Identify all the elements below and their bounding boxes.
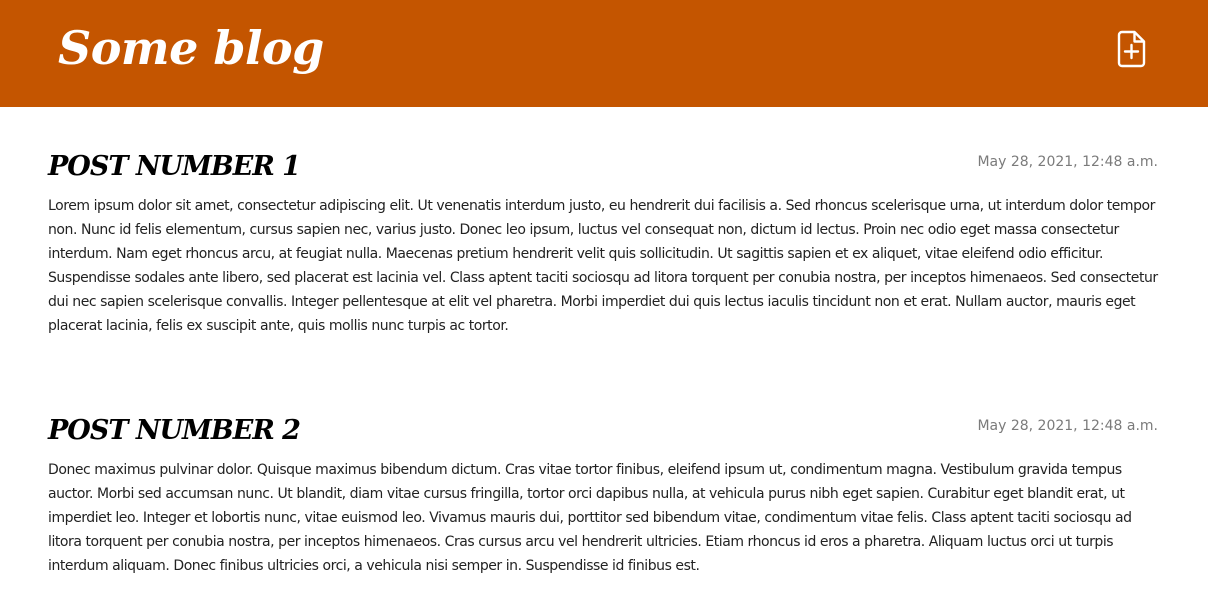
post-date: May 28, 2021, 12:48 a.m.	[977, 418, 1158, 434]
post-date: May 28, 2021, 12:48 a.m.	[977, 154, 1158, 170]
post-title[interactable]: Post number 1	[48, 150, 301, 184]
new-post-button[interactable]	[1112, 28, 1150, 70]
post-title[interactable]: Post number 2	[48, 414, 301, 448]
post-body: Donec maximus pulvinar dolor. Quisque ma…	[48, 462, 1132, 574]
file-plus-icon	[1117, 30, 1146, 68]
post-body: Lorem ipsum dolor sit amet, consectetur …	[48, 198, 1158, 334]
post: Post number 1 May 28, 2021, 12:48 a.m. L…	[48, 150, 1158, 338]
site-title-link[interactable]: Some blog	[58, 16, 324, 80]
post-list: Post number 1 May 28, 2021, 12:48 a.m. L…	[48, 107, 1158, 578]
post-header: Post number 1 May 28, 2021, 12:48 a.m.	[48, 150, 1158, 194]
post: Post number 2 May 28, 2021, 12:48 a.m. D…	[48, 414, 1158, 578]
post-header: Post number 2 May 28, 2021, 12:48 a.m.	[48, 414, 1158, 458]
site-header: Some blog	[0, 0, 1208, 107]
